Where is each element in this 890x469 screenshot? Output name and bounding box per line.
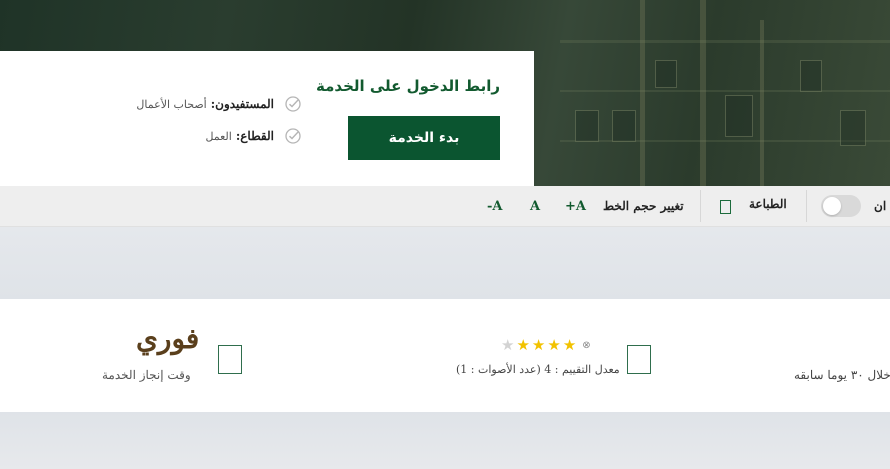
print-label[interactable]: الطباعة [749, 184, 787, 224]
period-text: خلال ٣٠ يوما سابقه [794, 368, 890, 382]
login-link-title: رابط الدخول على الخدمة [316, 77, 500, 95]
beneficiaries-label: المستفيدون: [210, 97, 274, 111]
toolbar-divider [806, 190, 807, 222]
beneficiaries-value: أصحاب الأعمال [136, 97, 207, 111]
rating-summary: معدل التقييم : 4 (عدد الأصوات : 1) [456, 363, 620, 376]
star-icon[interactable]: ★ [563, 338, 576, 353]
clock-icon [218, 345, 242, 374]
service-stats-panel [0, 299, 890, 412]
start-service-button[interactable]: بدء الخدمة [348, 116, 500, 160]
toolbar-divider [700, 190, 701, 222]
star-icon[interactable]: ★ [532, 338, 545, 353]
reset-icon[interactable]: ⊗ [582, 340, 590, 351]
sector-value: العمل [205, 129, 232, 143]
completion-time-label: وقت إنجاز الخدمة [102, 368, 191, 382]
beneficiaries-row: المستفيدون: أصحاب الأعمال [136, 95, 302, 113]
check-circle-icon [285, 128, 301, 144]
font-normal-button[interactable]: A [530, 186, 540, 226]
star-icon[interactable]: ★ [547, 338, 560, 353]
check-circle-icon [285, 96, 301, 112]
footer-spacer [0, 412, 890, 469]
toggle-label: ان [874, 199, 887, 213]
font-size-label: تغيير حجم الخط [603, 199, 684, 213]
rating-icon [627, 345, 651, 374]
sector-row: القطاع: العمل [205, 127, 302, 145]
contrast-toggle[interactable] [821, 195, 861, 217]
star-rating[interactable]: ★ ★ ★ ★ ★ ⊗ [501, 338, 591, 353]
spacer [0, 227, 890, 299]
star-icon[interactable]: ★ [501, 338, 514, 353]
font-increase-button[interactable]: A+ [565, 186, 586, 226]
sector-label: القطاع: [235, 129, 274, 143]
star-icon[interactable]: ★ [516, 338, 529, 353]
service-card: رابط الدخول على الخدمة بدء الخدمة المستف… [0, 51, 534, 186]
print-icon[interactable] [720, 200, 731, 214]
font-decrease-button[interactable]: A- [487, 186, 503, 226]
completion-time-value: فوري [136, 322, 200, 355]
